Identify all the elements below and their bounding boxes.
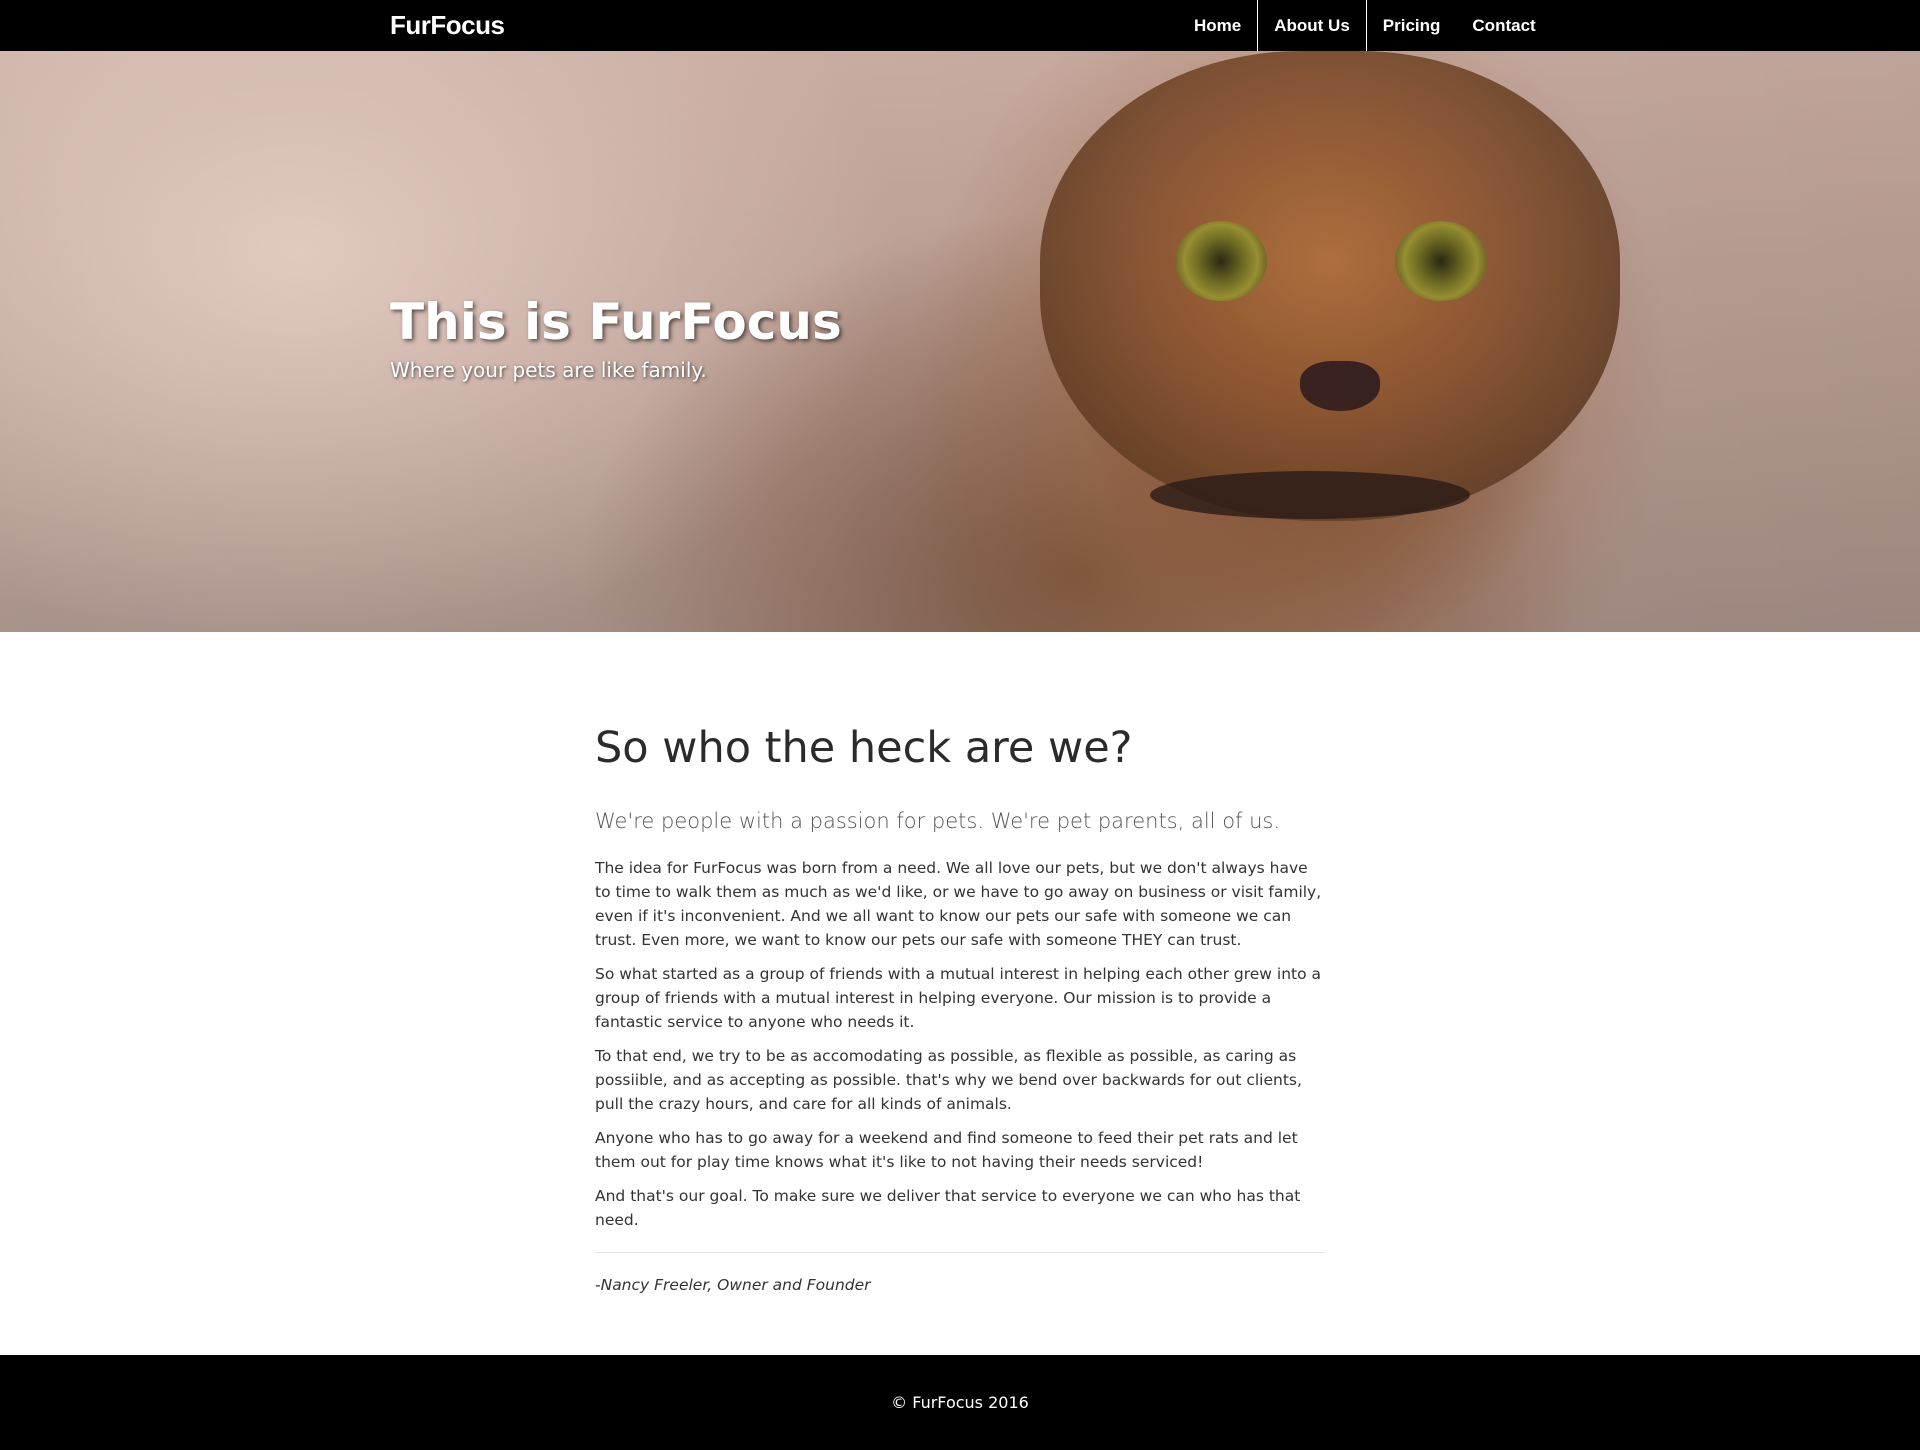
founder-signature: -Nancy Freeler, Owner and Founder <box>595 1276 871 1294</box>
hero-banner: This is FurFocus Where your pets are lik… <box>0 51 1920 632</box>
hero-subtitle: Where your pets are like family. <box>390 358 707 382</box>
hero-overlay <box>0 51 1920 632</box>
top-navbar: FurFocus Home About Us Pricing Contact <box>0 0 1920 51</box>
nav-item-home[interactable]: Home <box>1178 0 1257 51</box>
page-footer: © FurFocus 2016 <box>0 1355 1920 1450</box>
about-paragraph-2: So what started as a group of friends wi… <box>595 965 1322 1031</box>
about-section: So who the heck are we? We're people wit… <box>595 720 1325 1297</box>
copyright-text: © FurFocus 2016 <box>891 1393 1029 1412</box>
content-divider <box>595 1252 1325 1253</box>
nav-item-pricing[interactable]: Pricing <box>1367 0 1457 51</box>
brand-logo-link[interactable]: FurFocus <box>390 9 505 41</box>
about-paragraph-5: And that's our goal. To make sure we del… <box>595 1187 1301 1229</box>
about-paragraph-3: To that end, we try to be as accomodatin… <box>595 1047 1302 1113</box>
nav-item-contact[interactable]: Contact <box>1456 0 1551 51</box>
about-heading: So who the heck are we? <box>595 723 1133 773</box>
about-paragraph-1: The idea for FurFocus was born from a ne… <box>595 859 1322 949</box>
main-nav: Home About Us Pricing Contact <box>1178 0 1552 51</box>
hero-title: This is FurFocus <box>390 293 842 351</box>
about-paragraph-4: Anyone who has to go away for a weekend … <box>595 1129 1298 1171</box>
about-lead: We're people with a passion for pets. We… <box>595 809 1281 833</box>
nav-item-about-us[interactable]: About Us <box>1257 0 1367 51</box>
